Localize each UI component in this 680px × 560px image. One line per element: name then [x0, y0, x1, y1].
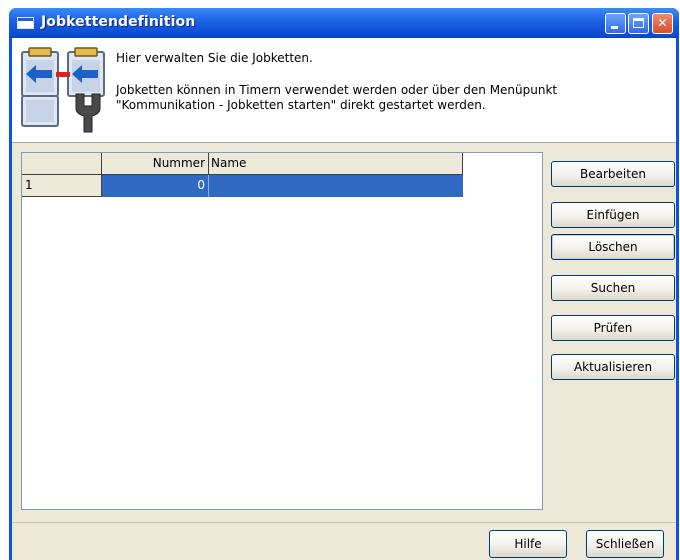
maximize-button[interactable] — [628, 13, 649, 34]
header-intro-text: Hier verwalten Sie die Jobketten. — [116, 51, 313, 65]
cell-nummer[interactable]: 0 — [102, 175, 209, 197]
minimize-icon — [611, 26, 618, 29]
header-description-text: Jobketten können in Timern verwendet wer… — [116, 83, 558, 112]
schliessen-button[interactable]: Schließen — [586, 530, 664, 558]
close-icon: ✕ — [657, 16, 668, 30]
jobchain-table[interactable]: Nummer Name 1 0 — [21, 152, 543, 510]
title-bar[interactable]: Jobkettendefinition ✕ — [9, 8, 679, 38]
einfuegen-button[interactable]: Einfügen — [551, 202, 675, 228]
column-header-nummer[interactable]: Nummer — [102, 153, 209, 175]
cell-name[interactable] — [209, 175, 463, 197]
aktualisieren-button[interactable]: Aktualisieren — [551, 354, 675, 380]
window-icon — [17, 17, 34, 29]
dialog-client: Hier verwalten Sie die Jobketten. Jobket… — [12, 38, 676, 560]
pruefen-button[interactable]: Prüfen — [551, 315, 675, 341]
suchen-button[interactable]: Suchen — [551, 275, 675, 301]
hilfe-button[interactable]: Hilfe — [489, 530, 567, 558]
dialog-window: Jobkettendefinition ✕ Hier verwalten Sie… — [9, 8, 679, 560]
loeschen-button[interactable]: Löschen — [551, 234, 675, 260]
column-header-name[interactable]: Name — [209, 153, 463, 175]
table-corner-header[interactable] — [22, 153, 102, 175]
window-title: Jobkettendefinition — [41, 14, 196, 30]
info-header: Hier verwalten Sie die Jobketten. Jobket… — [12, 38, 676, 143]
jobchain-icon — [21, 47, 105, 133]
minimize-button[interactable] — [605, 13, 626, 34]
footer-divider — [12, 522, 676, 523]
maximize-icon — [633, 18, 644, 28]
row-header[interactable]: 1 — [22, 175, 102, 197]
close-button[interactable]: ✕ — [652, 13, 673, 34]
bearbeiten-button[interactable]: Bearbeiten — [551, 161, 675, 187]
